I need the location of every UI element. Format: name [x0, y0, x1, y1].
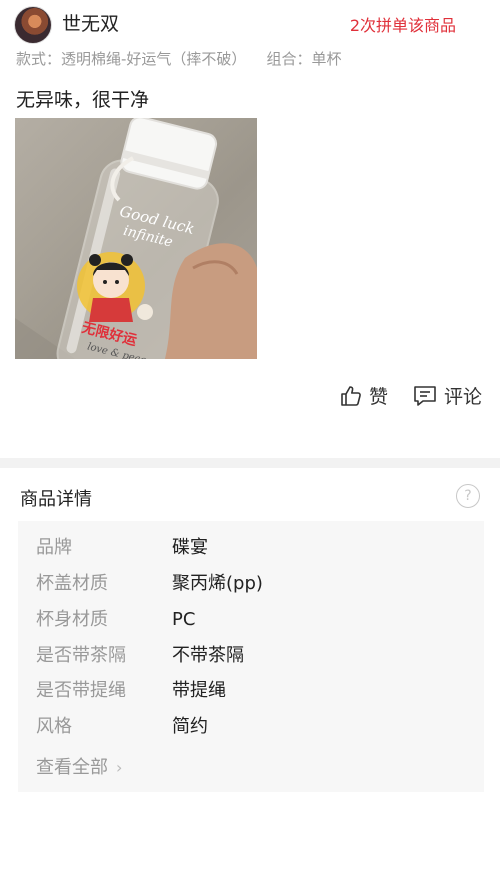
spec-combo-label: 组合：: [266, 50, 312, 68]
thumbs-up-icon: [341, 385, 361, 406]
view-all-link[interactable]: 查看全部 ›: [36, 753, 122, 779]
spec-key: 杯盖材质: [36, 573, 108, 594]
comment-icon: [414, 385, 436, 406]
review-photo[interactable]: Good luck infinite 无限好运 love & peace: [15, 118, 257, 359]
spec-style-value: 透明棉绳-好运气（摔不破）: [61, 50, 247, 68]
spec-value: 不带茶隔: [172, 645, 244, 666]
spec-value: 简约: [172, 716, 208, 737]
like-button[interactable]: 赞: [339, 382, 388, 409]
spec-value: 聚丙烯(pp): [172, 573, 263, 594]
section-divider: [0, 458, 500, 468]
review-card: 世无双 2次拼单该商品 款式：透明棉绳-好运气（摔不破） 组合：单杯 无异味，很干…: [0, 0, 500, 458]
comment-label: 评论: [443, 386, 482, 408]
help-icon[interactable]: ?: [456, 484, 480, 508]
spec-key: 是否带茶隔: [36, 645, 126, 666]
like-label: 赞: [368, 386, 388, 408]
view-all-label: 查看全部: [36, 757, 108, 778]
spec-combo-value: 单杯: [311, 50, 342, 68]
spec-key: 杯身材质: [36, 609, 108, 630]
group-purchase-count: 2次拼单该商品: [349, 16, 456, 35]
review-text: 无异味，很干净: [16, 89, 150, 111]
comment-button[interactable]: 评论: [412, 382, 482, 409]
spec-value: 带提绳: [172, 680, 226, 701]
spec-key: 品牌: [36, 537, 72, 558]
spec-value: 碟宴: [172, 537, 208, 558]
username: 世无双: [62, 13, 120, 35]
spec-key: 风格: [36, 716, 72, 737]
purchased-spec: 款式：透明棉绳-好运气（摔不破） 组合：单杯: [16, 48, 341, 69]
user-avatar[interactable]: [14, 6, 52, 44]
spec-key: 是否带提绳: [36, 680, 126, 701]
product-specs-box: 品牌 碟宴 杯盖材质 聚丙烯(pp) 杯身材质 PC 是否带茶隔 不带茶隔 是否…: [18, 521, 484, 792]
chevron-right-icon: ›: [116, 758, 123, 777]
spec-style-label: 款式：: [16, 50, 62, 68]
review-actions: 赞 评论: [339, 382, 482, 409]
product-details-title: 商品详情: [20, 489, 92, 510]
spec-value: PC: [172, 609, 196, 630]
